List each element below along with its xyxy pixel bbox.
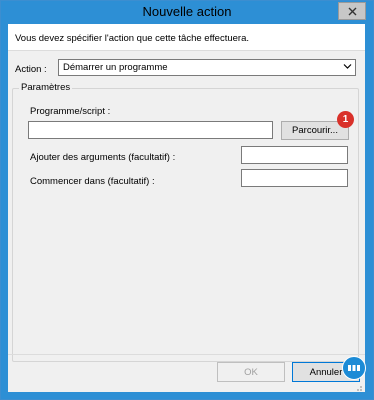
start-in-label: Commencer dans (facultatif) : (30, 176, 155, 187)
ok-button[interactable]: OK (217, 362, 285, 382)
logo-mark (348, 365, 360, 371)
logo-icon (342, 356, 366, 380)
arguments-input[interactable] (241, 146, 348, 164)
title-bar[interactable]: Nouvelle action (1, 1, 373, 23)
window-title: Nouvelle action (142, 4, 232, 19)
dialog-body: Vous devez spécifier l'action que cette … (8, 24, 366, 392)
step-badge: 1 (337, 111, 354, 128)
parameters-legend: Paramètres (19, 82, 73, 93)
close-icon (348, 7, 356, 15)
action-select-value: Démarrer un programme (63, 62, 168, 73)
program-input[interactable] (28, 121, 273, 139)
close-button[interactable] (338, 2, 366, 20)
program-label: Programme/script : (30, 106, 111, 117)
action-select[interactable]: Démarrer un programme (58, 59, 356, 76)
start-in-input[interactable] (241, 169, 348, 187)
footer-divider (8, 354, 365, 355)
resize-grip-icon[interactable] (353, 384, 363, 392)
description-text: Vous devez spécifier l'action que cette … (15, 33, 250, 44)
dialog-window: Nouvelle action Vous devez spécifier l'a… (0, 0, 374, 400)
chevron-down-icon (343, 64, 352, 69)
action-label: Action : (15, 64, 47, 75)
arguments-label: Ajouter des arguments (facultatif) : (30, 152, 176, 163)
